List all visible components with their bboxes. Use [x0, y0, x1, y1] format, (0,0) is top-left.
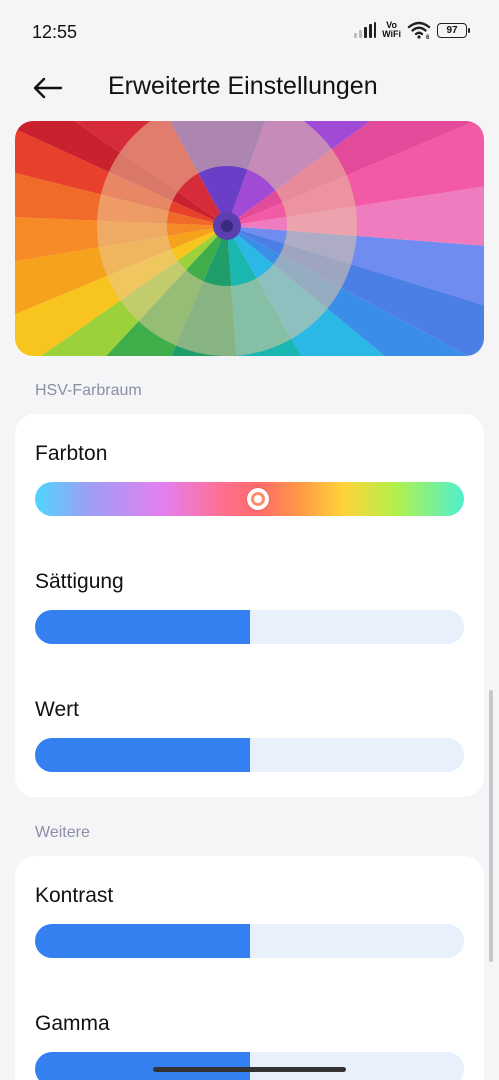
scrollbar[interactable]: [489, 690, 493, 962]
wifi-icon: 6: [407, 21, 431, 39]
colored-pencils-image: [15, 121, 484, 356]
hue-slider[interactable]: [35, 482, 464, 516]
gamma-label: Gamma: [35, 1012, 110, 1035]
arrow-left-icon: [33, 77, 63, 99]
status-bar: 12:55 Vo WiFi 6 97: [0, 0, 499, 64]
value-slider[interactable]: [35, 738, 464, 772]
saturation-slider[interactable]: [35, 610, 464, 644]
status-time: 12:55: [32, 22, 78, 42]
contrast-label: Kontrast: [35, 884, 114, 907]
section-label-more: Weitere: [35, 824, 90, 841]
page-title: Erweiterte Einstellungen: [108, 72, 378, 100]
battery-level: 97: [446, 24, 458, 36]
status-icons: Vo WiFi 6 97: [354, 21, 470, 39]
back-button[interactable]: [28, 70, 68, 106]
value-fill: [35, 738, 250, 772]
value-label: Wert: [35, 698, 79, 721]
gamma-slider[interactable]: [35, 1052, 464, 1080]
wifi-sub-label: 6: [426, 35, 430, 39]
more-card: Kontrast Gamma: [15, 856, 484, 1080]
contrast-fill: [35, 924, 250, 958]
gamma-fill: [35, 1052, 250, 1080]
home-indicator[interactable]: [153, 1067, 346, 1072]
signal-icon: [354, 22, 377, 38]
screen: 12:55 Vo WiFi 6 97 Erweiterte Einstellun…: [0, 0, 499, 1080]
contrast-slider[interactable]: [35, 924, 464, 958]
battery-icon: 97: [437, 22, 470, 38]
hsv-card: Farbton Sättigung Wert: [15, 414, 484, 797]
saturation-fill: [35, 610, 250, 644]
section-label-hsv: HSV-Farbraum: [35, 382, 142, 399]
wifi-label: WiFi: [382, 29, 401, 39]
header: Erweiterte Einstellungen: [0, 60, 499, 116]
hue-thumb[interactable]: [247, 488, 270, 510]
vowifi-icon: Vo WiFi: [382, 21, 401, 39]
saturation-label: Sättigung: [35, 570, 124, 593]
hue-label: Farbton: [35, 442, 108, 465]
